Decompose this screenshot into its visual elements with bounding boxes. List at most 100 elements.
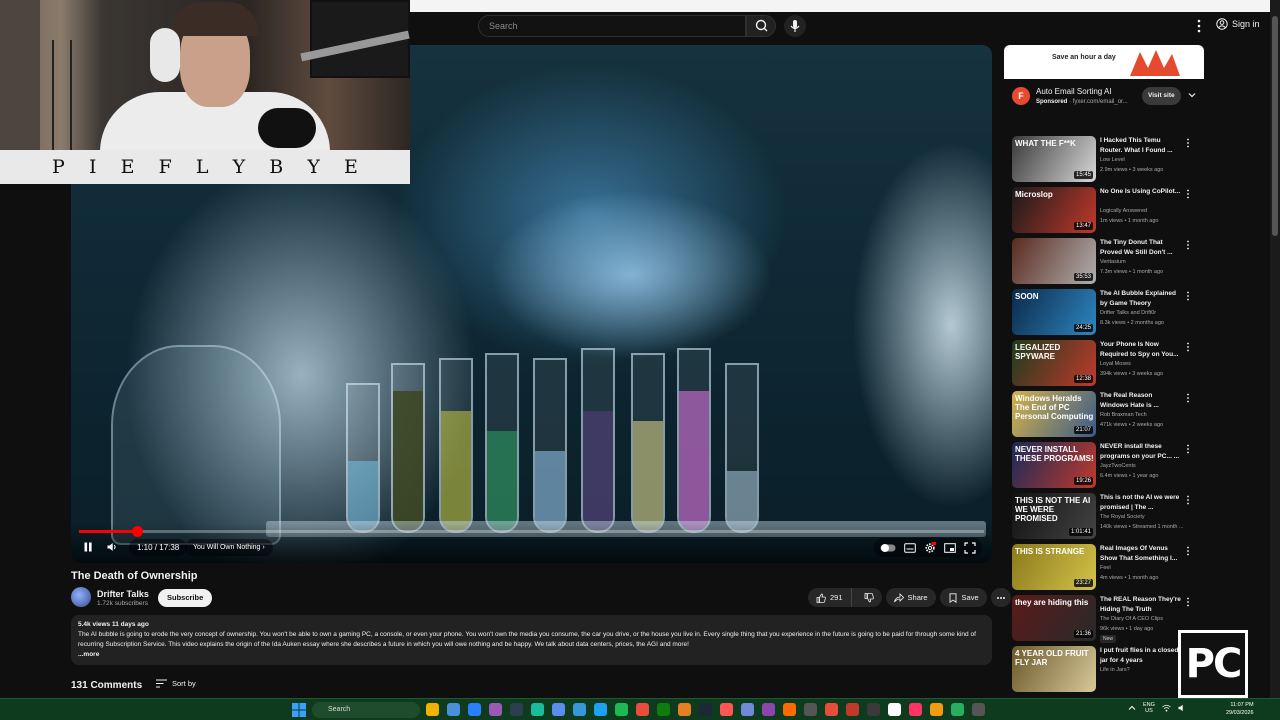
miniplayer-icon[interactable] xyxy=(944,542,956,553)
channel-avatar[interactable] xyxy=(71,587,91,607)
more-options-icon[interactable] xyxy=(1186,342,1190,352)
chevron-down-icon[interactable] xyxy=(1187,90,1197,100)
speaker-icon[interactable] xyxy=(1178,704,1187,712)
sponsored-ad[interactable]: Save an hour a day F Auto Email Sorting … xyxy=(1004,45,1204,117)
taskbar-app-icon[interactable] xyxy=(867,703,880,716)
taskbar-app-icon[interactable] xyxy=(594,703,607,716)
taskbar-app-icon[interactable] xyxy=(678,703,691,716)
recommended-thumbnail[interactable]: WHAT THE F**K 15:45 xyxy=(1012,136,1096,182)
more-options-icon[interactable] xyxy=(1186,393,1190,403)
ad-title[interactable]: Auto Email Sorting AI xyxy=(1036,87,1112,96)
progress-scrubber[interactable] xyxy=(131,526,143,537)
sign-in-button[interactable]: Sign in xyxy=(1216,18,1260,30)
taskbar-app-icon[interactable] xyxy=(636,703,649,716)
search-input[interactable]: Search xyxy=(478,15,746,37)
taskbar-app-icon[interactable] xyxy=(783,703,796,716)
more-options-icon[interactable] xyxy=(1186,189,1190,199)
taskbar-app-icon[interactable] xyxy=(804,703,817,716)
page-scrollbar[interactable] xyxy=(1270,0,1280,698)
taskbar-app-icon[interactable] xyxy=(699,703,712,716)
taskbar-app-icon[interactable] xyxy=(930,703,943,716)
taskbar-app-icon[interactable] xyxy=(720,703,733,716)
ad-image[interactable]: Save an hour a day xyxy=(1004,45,1204,79)
taskbar-app-icon[interactable] xyxy=(846,703,859,716)
visit-site-button[interactable]: Visit site xyxy=(1142,87,1181,105)
pause-button[interactable] xyxy=(81,539,95,555)
recommended-thumbnail[interactable]: Windows Heralds The End of PC Personal C… xyxy=(1012,391,1096,437)
channel-name[interactable]: Drifter Talks xyxy=(97,589,149,599)
taskbar-app-icon[interactable] xyxy=(510,703,523,716)
scrollbar-thumb[interactable] xyxy=(1272,16,1278,236)
settings-gear-icon[interactable] xyxy=(924,541,936,554)
taskbar-app-icon[interactable] xyxy=(615,703,628,716)
progress-bar[interactable] xyxy=(79,526,984,537)
show-more-link[interactable]: ...more xyxy=(78,650,985,660)
like-button[interactable]: 291 xyxy=(808,588,852,607)
description-box[interactable]: 5.4k views 11 days ago The AI bubble is … xyxy=(71,615,992,665)
wifi-icon[interactable] xyxy=(1162,704,1171,712)
recommended-meta: 8.3k views • 2 months ago xyxy=(1100,320,1164,326)
taskbar-app-icon[interactable] xyxy=(741,703,754,716)
recommended-video[interactable]: they are hiding this 21:36 The REAL Reason… xyxy=(1012,595,1202,646)
recommended-thumbnail[interactable]: 35:53 xyxy=(1012,238,1096,284)
taskbar-app-icon[interactable] xyxy=(951,703,964,716)
more-options-icon[interactable] xyxy=(1186,495,1190,505)
taskbar-app-icon[interactable] xyxy=(888,703,901,716)
language-indicator[interactable]: ENG US xyxy=(1143,702,1155,714)
recommended-thumbnail[interactable]: they are hiding this 21:36 xyxy=(1012,595,1096,641)
recommended-video[interactable]: LEGALIZED SPYWARE 12:38 Your Phone Is Now … xyxy=(1012,340,1202,391)
autoplay-toggle-icon[interactable] xyxy=(880,543,896,553)
share-button[interactable]: Share xyxy=(885,588,936,607)
taskbar-search[interactable]: Search xyxy=(312,702,420,718)
subscribe-button[interactable]: Subscribe xyxy=(158,589,213,607)
system-clock[interactable]: 11:07 PM 29/03/2026 xyxy=(1226,701,1254,717)
taskbar-app-icon[interactable] xyxy=(468,703,481,716)
more-options-icon[interactable] xyxy=(1194,18,1204,34)
voice-search-button[interactable] xyxy=(784,15,806,37)
taskbar-app-icon[interactable] xyxy=(762,703,775,716)
recommended-video[interactable]: SOON 24:25 The AI Bubble Explained by Game… xyxy=(1012,289,1202,340)
save-button[interactable]: Save xyxy=(939,588,987,607)
taskbar-app-icon[interactable] xyxy=(909,703,922,716)
more-options-icon[interactable] xyxy=(1186,546,1190,556)
recommended-thumbnail[interactable]: THIS IS NOT THE AI WE WERE PROMISED 1:01:… xyxy=(1012,493,1096,539)
taskbar-app-icon[interactable] xyxy=(972,703,985,716)
volume-button[interactable] xyxy=(105,539,119,555)
recommended-thumbnail[interactable]: THIS IS STRANGE 23:27 xyxy=(1012,544,1096,590)
taskbar-app-icon[interactable] xyxy=(552,703,565,716)
recommended-video[interactable]: WHAT THE F**K 15:45 I Hacked This Temu Rou… xyxy=(1012,136,1202,187)
more-actions-button[interactable] xyxy=(990,588,1011,607)
recommended-video[interactable]: Microslop 13:47 No One Is Using CoPilot...… xyxy=(1012,187,1202,238)
recommended-thumbnail[interactable]: NEVER INSTALL THESE PROGRAMS! 19:26 xyxy=(1012,442,1096,488)
windows-start-icon[interactable] xyxy=(292,703,306,717)
recommended-thumbnail[interactable]: 4 YEAR OLD FRUIT FLY JAR xyxy=(1012,646,1096,692)
chapter-button[interactable]: You Will Own Nothing › xyxy=(185,539,273,556)
taskbar-app-icon[interactable] xyxy=(426,703,439,716)
taskbar-app-icon[interactable] xyxy=(447,703,460,716)
recommended-video[interactable]: NEVER INSTALL THESE PROGRAMS! 19:26 NEVER … xyxy=(1012,442,1202,493)
more-options-icon[interactable] xyxy=(1186,291,1190,301)
recommended-video[interactable]: Windows Heralds The End of PC Personal C… xyxy=(1012,391,1202,442)
tray-chevron-up-icon[interactable] xyxy=(1128,704,1136,712)
recommended-video[interactable]: THIS IS STRANGE 23:27 Real Images Of Venus… xyxy=(1012,544,1202,595)
more-options-icon[interactable] xyxy=(1186,240,1190,250)
recommended-thumbnail[interactable]: SOON 24:25 xyxy=(1012,289,1096,335)
recommended-thumbnail[interactable]: LEGALIZED SPYWARE 12:38 xyxy=(1012,340,1096,386)
taskbar-app-icon[interactable] xyxy=(825,703,838,716)
taskbar-app-icon[interactable] xyxy=(573,703,586,716)
recommended-thumbnail[interactable]: Microslop 13:47 xyxy=(1012,187,1096,233)
more-options-icon[interactable] xyxy=(1186,138,1190,148)
taskbar-app-icon[interactable] xyxy=(657,703,670,716)
recommended-video[interactable]: 35:53 The Tiny Donut That Proved We Still… xyxy=(1012,238,1202,289)
taskbar-app-icon[interactable] xyxy=(489,703,502,716)
more-options-icon[interactable] xyxy=(1186,444,1190,454)
more-options-icon[interactable] xyxy=(1186,597,1190,607)
fullscreen-icon[interactable] xyxy=(964,541,976,554)
subtitles-icon[interactable] xyxy=(904,542,916,553)
search-button[interactable] xyxy=(746,15,776,37)
sort-comments-button[interactable]: Sort by xyxy=(156,679,196,688)
recommended-video[interactable]: THIS IS NOT THE AI WE WERE PROMISED 1:01:… xyxy=(1012,493,1202,544)
recommended-video[interactable]: 4 YEAR OLD FRUIT FLY JAR I put fruit flie… xyxy=(1012,646,1202,697)
taskbar-app-icon[interactable] xyxy=(531,703,544,716)
dislike-button[interactable] xyxy=(856,588,882,607)
